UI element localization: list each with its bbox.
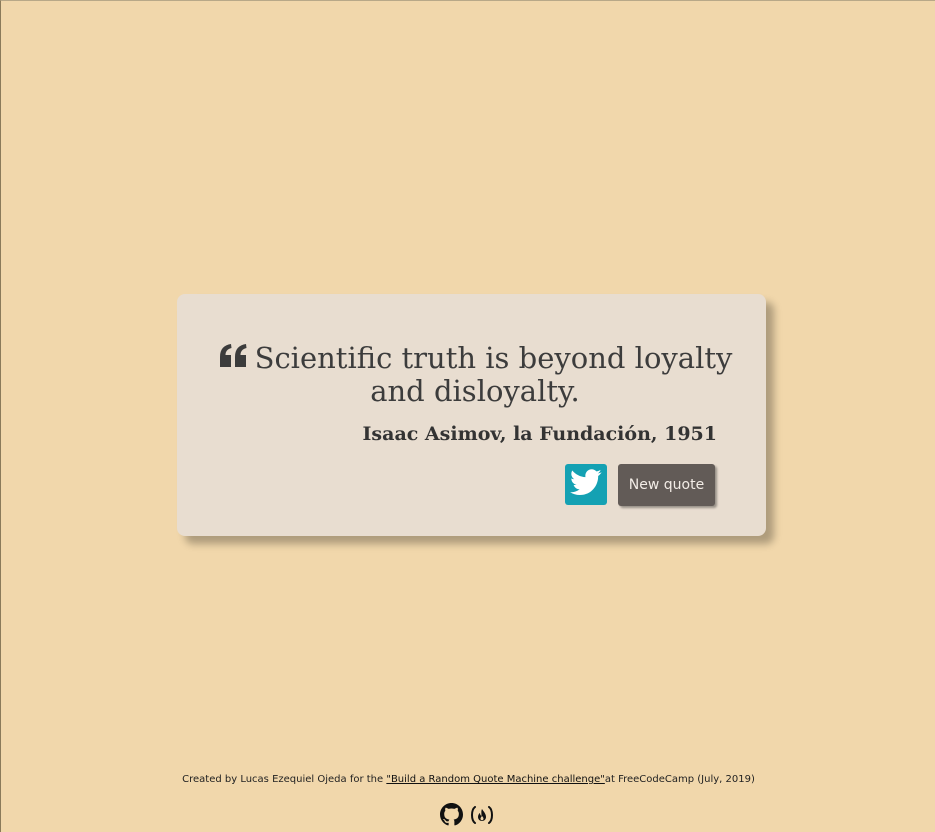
footer-credit: Created by Lucas Ezequiel Ojeda for the … — [1, 774, 935, 785]
quote-text-container: Scientific truth is beyond loyalty and d… — [217, 342, 733, 408]
quote-text: Scientific truth is beyond loyalty and d… — [254, 341, 733, 408]
challenge-link[interactable]: "Build a Random Quote Machine challenge" — [386, 774, 605, 785]
quote-left-icon — [218, 343, 249, 369]
quote-author: Isaac Asimov, la Fundación, 1951 — [362, 423, 717, 445]
footer-icons — [440, 803, 495, 830]
twitter-icon — [570, 469, 602, 500]
tweet-quote-button[interactable] — [565, 464, 607, 505]
footer-suffix: at FreeCodeCamp (July, 2019) — [604, 774, 755, 785]
new-quote-button[interactable]: New quote — [618, 464, 715, 506]
github-icon[interactable] — [440, 803, 463, 830]
quote-box: Scientific truth is beyond loyalty and d… — [177, 294, 766, 536]
freecodecamp-icon[interactable] — [469, 805, 495, 828]
footer-prefix: Created by Lucas Ezequiel Ojeda for the — [182, 774, 387, 785]
